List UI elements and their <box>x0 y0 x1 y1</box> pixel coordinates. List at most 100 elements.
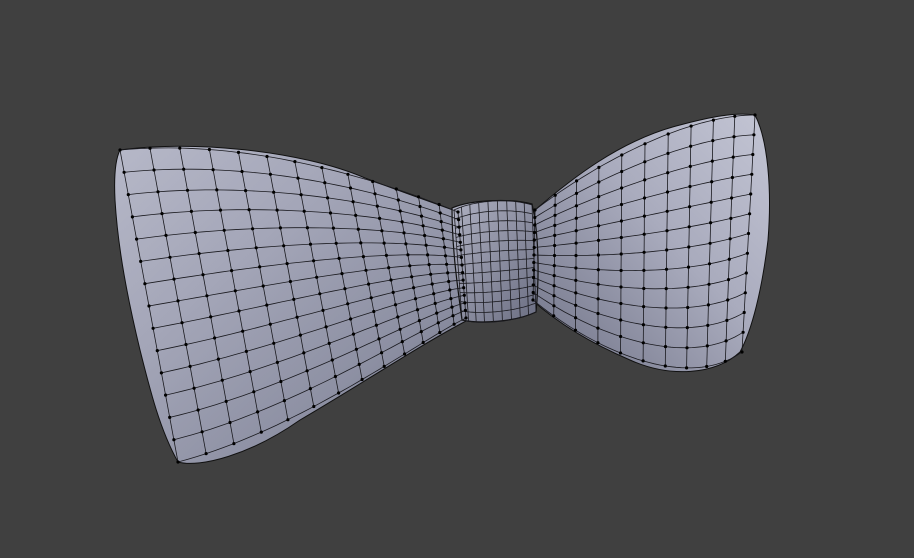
right-wing-vertex <box>574 191 579 195</box>
right-wing-vertex <box>665 190 670 194</box>
right-wing-vertex <box>748 212 752 216</box>
left-wing-vertex <box>241 329 245 333</box>
left-wing-vertex <box>415 308 420 312</box>
left-wing-vertex <box>230 269 234 273</box>
left-wing-vertex <box>285 262 289 266</box>
left-wing-vertex <box>448 288 452 292</box>
right-wing-vertex <box>531 290 535 295</box>
left-wing-vertex <box>188 364 192 368</box>
left-wing-vertex <box>233 289 237 293</box>
left-wing-vertex <box>458 233 462 237</box>
left-wing-vertex <box>435 311 439 315</box>
left-wing-vertex <box>328 211 333 215</box>
right-wing-vertex <box>723 359 727 363</box>
right-wing-vertex <box>685 326 689 330</box>
left-wing-vertex <box>372 309 376 314</box>
left-wing-vertex <box>196 408 200 412</box>
left-wing-vertex <box>182 167 186 171</box>
right-wing-vertex <box>619 202 624 207</box>
right-wing-vertex <box>552 304 556 308</box>
left-wing-vertex <box>315 275 319 279</box>
left-wing-vertex <box>413 297 418 301</box>
right-wing-vertex <box>665 248 669 252</box>
left-wing-vertex <box>256 410 260 414</box>
left-wing-vertex <box>410 275 414 279</box>
left-wing-vertex <box>429 272 433 276</box>
right-wing-vertex <box>663 364 667 368</box>
left-wing-vertex <box>232 442 236 446</box>
right-wing-vertex <box>666 171 670 175</box>
left-wing-vertex <box>279 379 283 384</box>
right-wing-vertex <box>727 257 731 261</box>
left-wing-vertex <box>189 209 193 213</box>
left-wing-vertex <box>337 256 341 260</box>
left-wing-vertex <box>143 282 147 286</box>
right-wing-vertex <box>732 135 736 139</box>
right-wing-vertex <box>533 215 537 220</box>
left-wing-vertex <box>118 148 122 152</box>
left-wing-vertex <box>222 228 226 232</box>
right-wing-vertex <box>711 118 716 122</box>
right-wing-vertex <box>726 298 730 302</box>
left-wing-vertex <box>261 284 265 288</box>
right-wing-vertex <box>686 305 690 310</box>
right-wing-vertex <box>688 205 692 209</box>
right-wing-vertex <box>620 169 624 174</box>
left-wing-vertex <box>228 420 232 425</box>
right-wing-vertex <box>664 267 669 271</box>
left-wing-vertex <box>178 146 182 150</box>
right-wing-vertex <box>686 265 691 269</box>
left-wing-vertex <box>275 208 279 212</box>
left-wing-vertex <box>201 273 205 277</box>
left-wing-vertex <box>364 268 368 272</box>
left-wing-vertex <box>400 340 404 344</box>
right-wing-vertex <box>597 180 601 184</box>
left-wing-vertex <box>408 264 412 268</box>
left-wing-vertex <box>185 188 190 192</box>
bow-tie-mesh[interactable] <box>0 0 914 558</box>
right-wing-vertex <box>728 237 732 241</box>
right-wing-vertex <box>706 323 710 327</box>
left-wing-vertex <box>333 374 337 379</box>
right-wing-vertex <box>666 132 670 136</box>
right-wing-vertex <box>552 253 557 258</box>
left-wing-vertex <box>308 242 313 246</box>
left-wing-vertex <box>305 226 309 230</box>
right-wing-vertex <box>532 253 536 257</box>
left-wing-vertex <box>205 294 209 298</box>
left-wing-vertex <box>318 292 322 296</box>
left-wing-vertex <box>244 349 248 353</box>
right-wing-vertex <box>532 260 536 265</box>
left-wing-vertex <box>184 342 188 347</box>
left-wing-vertex <box>382 241 386 245</box>
right-wing-vertex <box>688 184 692 189</box>
right-wing-vertex <box>642 196 647 200</box>
right-wing[interactable] <box>531 113 770 373</box>
left-wing-vertex <box>302 209 306 213</box>
left-wing-vertex <box>237 309 241 313</box>
right-wing-vertex <box>597 165 601 169</box>
left-wing-vertex <box>168 255 172 259</box>
left-wing-vertex <box>371 179 375 184</box>
right-wing-vertex <box>742 310 746 315</box>
right-wing-vertex <box>730 175 735 180</box>
right-wing-vertex <box>574 316 578 320</box>
left-wing-vertex <box>168 415 172 419</box>
right-wing-vertex <box>532 238 536 242</box>
left-wing-vertex <box>380 351 384 355</box>
right-wing-vertex <box>619 219 624 223</box>
left-wing-vertex <box>247 208 251 212</box>
right-wing-vertex <box>731 155 735 159</box>
right-wing-vertex <box>686 285 690 289</box>
left-wing-vertex <box>340 272 344 276</box>
3d-viewport[interactable] <box>0 0 914 558</box>
left-wing-vertex <box>126 193 130 197</box>
left-wing-vertex <box>312 404 316 409</box>
left-wing-vertex <box>351 332 356 336</box>
left-wing-vertex <box>432 292 436 296</box>
right-wing-vertex <box>596 297 600 301</box>
left-wing-vertex <box>156 190 160 194</box>
left-wing-vertex <box>396 198 400 202</box>
left-wing-vertex <box>331 226 335 230</box>
left-wing-vertex <box>180 321 184 325</box>
